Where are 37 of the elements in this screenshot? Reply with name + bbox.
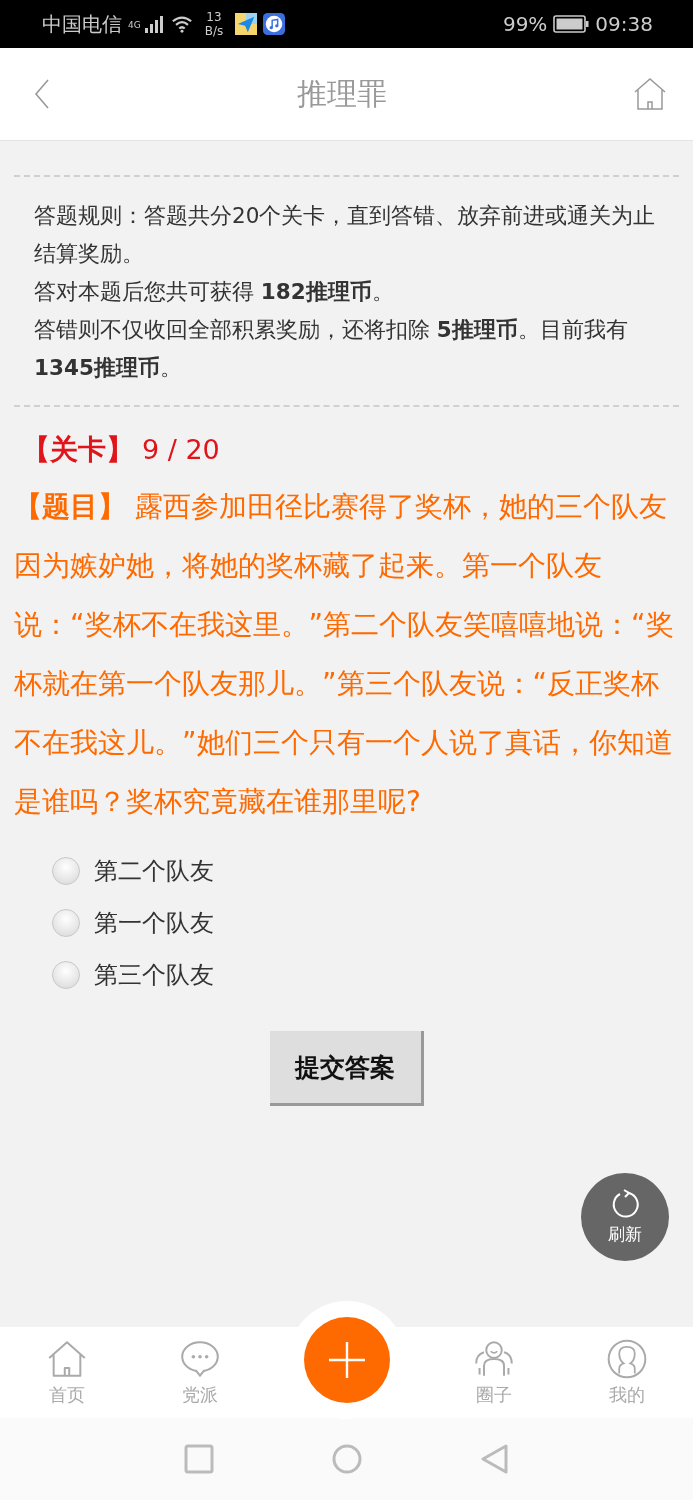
square-icon[interactable] [183, 1444, 214, 1474]
paper-plane-icon [235, 13, 258, 35]
option-label[interactable]: 第二个队友 [94, 855, 214, 887]
question-text: 【题目】 露西参加田径比赛得了奖杯，她的三个队友因为嫉妒她，将她的奖杯藏了起来。第一个队友说：“奖杯不在我这里。”第二个队友笑嘻嘻地说：“奖杯就在第一个队友那儿。”第三个队友说：“反正奖杯不在我这儿。”她们三个只有一个人说了真话，你知道是谁吗？奖杯究竟藏在谁那里呢? [14, 489, 675, 820]
refresh-label[interactable]: 刷新 [608, 1222, 642, 1246]
music-note-icon [263, 13, 286, 35]
plus-icon[interactable] [326, 1340, 367, 1380]
level-value: 9 / 20 [142, 434, 220, 465]
chat-bubble-icon[interactable] [179, 1338, 220, 1379]
circle-icon[interactable] [331, 1444, 362, 1474]
triangle-icon[interactable] [479, 1444, 510, 1474]
speed-unit: B/s [204, 24, 224, 38]
home-icon[interactable] [46, 1338, 87, 1379]
option-label[interactable]: 第三个队友 [94, 959, 214, 991]
rule-text: 答题规则：答题共分20个关卡，直到答错、放弃前进或通关为止结算奖励。 [34, 202, 657, 268]
speed-value: 13 [206, 10, 222, 24]
radio-button[interactable] [52, 961, 80, 989]
rule-text: 答对本题后您共可获得 182推理币。 [34, 278, 395, 306]
rule-text: 答错则不仅收回全部积累奖励，还将扣除 5推理币。目前我有 1345推理币。 [34, 316, 629, 382]
home-icon[interactable] [633, 77, 667, 111]
clock-time: 09:38 [595, 12, 653, 36]
battery-icon [553, 15, 590, 33]
refresh-button[interactable]: 刷新 [581, 1173, 669, 1261]
radio-button[interactable] [52, 909, 80, 937]
people-icon[interactable] [473, 1338, 514, 1379]
battery-percent: 99% [502, 12, 548, 36]
signal-icon [142, 14, 165, 34]
carrier-name: 中国电信 [42, 10, 122, 38]
option-label[interactable]: 第一个队友 [94, 907, 214, 939]
submit-button[interactable]: 提交答案 [269, 1031, 424, 1106]
page-title: 推理罪 [296, 74, 387, 113]
level-label: 【关卡】 [22, 432, 134, 468]
radio-button[interactable] [52, 857, 80, 885]
person-icon[interactable] [606, 1338, 647, 1379]
back-icon[interactable] [34, 78, 50, 110]
network-type: 4G [128, 20, 141, 30]
wifi-icon [170, 14, 193, 34]
